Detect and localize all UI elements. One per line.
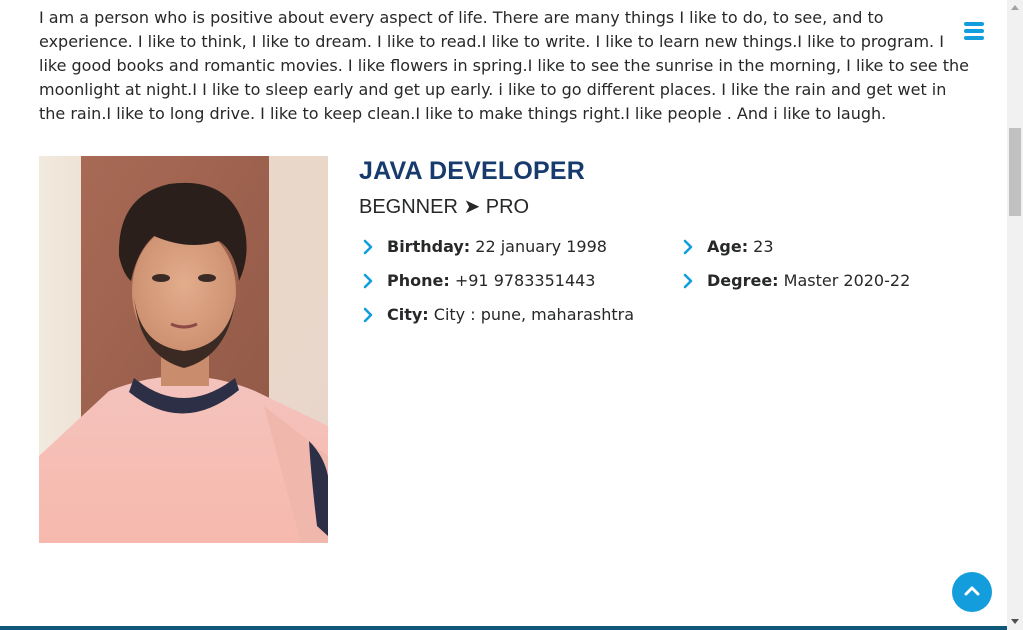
detail-age-value: 23	[748, 237, 774, 256]
back-to-top-button[interactable]	[952, 572, 992, 612]
detail-degree-label: Degree:	[707, 271, 779, 290]
detail-age-label: Age:	[707, 237, 749, 256]
job-title: JAVA DEVELOPER	[359, 157, 585, 185]
about-section: I am a person who is positive about ever…	[0, 0, 1007, 630]
job-subtitle: BEGNNER ➤ PRO	[359, 196, 530, 218]
profile-photo	[39, 156, 328, 543]
detail-birthday: Birthday: 22 january 1998	[361, 236, 607, 258]
detail-birthday-label: Birthday:	[387, 237, 471, 256]
detail-birthday-value: 22 january 1998	[470, 237, 607, 256]
page: I am a person who is positive about ever…	[0, 0, 1023, 630]
chevron-right-icon	[363, 307, 373, 323]
chevron-up-icon	[964, 586, 980, 596]
detail-phone-label: Phone:	[387, 271, 450, 290]
chevron-right-icon	[363, 239, 373, 255]
scroll-down-arrow-icon[interactable]	[1011, 619, 1019, 624]
detail-phone: Phone: +91 9783351443	[361, 270, 595, 292]
detail-degree: Degree: Master 2020-22	[681, 270, 910, 292]
scroll-up-arrow-icon[interactable]	[1011, 5, 1019, 10]
detail-age: Age: 23	[681, 236, 774, 258]
scrollbar-thumb[interactable]	[1009, 128, 1021, 216]
menu-toggle-button[interactable]	[962, 20, 986, 42]
detail-city-label: City:	[387, 305, 429, 324]
hamburger-icon-bar	[964, 22, 984, 26]
vertical-scrollbar[interactable]	[1007, 0, 1023, 630]
chevron-right-icon	[683, 239, 693, 255]
hamburger-icon-bar	[964, 36, 984, 40]
detail-city: City: City : pune, maharashtra	[361, 304, 634, 326]
chevron-right-icon	[363, 273, 373, 289]
detail-city-value: City : pune, maharashtra	[428, 305, 635, 324]
about-intro-text: I am a person who is positive about ever…	[39, 8, 969, 123]
hamburger-icon-bar	[964, 29, 984, 33]
detail-phone-value: +91 9783351443	[449, 271, 596, 290]
bottom-edge-divider	[0, 626, 1007, 630]
chevron-right-icon	[683, 273, 693, 289]
detail-degree-value: Master 2020-22	[778, 271, 911, 290]
